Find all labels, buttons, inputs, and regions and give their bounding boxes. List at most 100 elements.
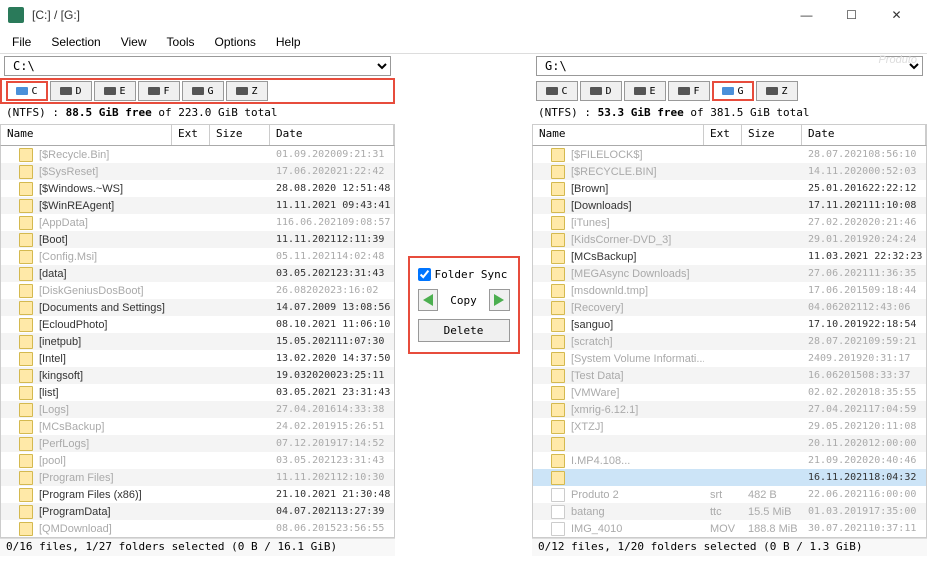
- list-item[interactable]: [Documents and Settings]14.07.2009 13:08…: [1, 299, 394, 316]
- menu-options[interactable]: Options: [207, 33, 264, 51]
- list-item[interactable]: batangttc15.5 MiB01.03.201917:35:00: [533, 503, 926, 520]
- list-item[interactable]: 16.11.202118:04:32: [533, 469, 926, 486]
- delete-button[interactable]: Delete: [418, 319, 510, 342]
- list-item[interactable]: [$RECYCLE.BIN]14.11.202000:52:03: [533, 163, 926, 180]
- list-item[interactable]: [Downloads]17.11.202111:10:08: [533, 197, 926, 214]
- drive-button-d[interactable]: D: [580, 81, 622, 101]
- list-item[interactable]: [ProgramData]04.07.202113:27:39: [1, 503, 394, 520]
- col-ext[interactable]: Ext: [172, 125, 210, 145]
- list-item[interactable]: [MCsBackup]24.02.201915:26:51: [1, 418, 394, 435]
- list-item[interactable]: I.MP4.108...21.09.202020:40:46: [533, 452, 926, 469]
- col-ext[interactable]: Ext: [704, 125, 742, 145]
- drive-letter: D: [605, 86, 611, 97]
- list-item[interactable]: [Intel]13.02.2020 14:37:50: [1, 350, 394, 367]
- folder-icon: [19, 233, 33, 247]
- list-item[interactable]: [data]03.05.202123:31:43: [1, 265, 394, 282]
- drive-button-z[interactable]: Z: [226, 81, 268, 101]
- list-item[interactable]: [MCsBackup]11.03.2021 22:32:23: [533, 248, 926, 265]
- total-space: of 381.5 GiB total: [690, 106, 809, 119]
- list-item[interactable]: IMG_4010MOV188.8 MiB30.07.202110:37:11: [533, 520, 926, 537]
- folder-icon: [551, 182, 565, 196]
- folder-icon: [19, 284, 33, 298]
- drive-button-f[interactable]: F: [138, 81, 180, 101]
- copy-left-button[interactable]: [418, 289, 439, 311]
- list-item[interactable]: [VMWare]02.02.202018:35:55: [533, 384, 926, 401]
- list-item[interactable]: [Brown]25.01.201622:22:12: [533, 180, 926, 197]
- list-item[interactable]: [$Windows.~WS]28.08.2020 12:51:48: [1, 180, 394, 197]
- folder-icon: [551, 420, 565, 434]
- list-item[interactable]: [pool]03.05.202123:31:43: [1, 452, 394, 469]
- list-item[interactable]: [EcloudPhoto]08.10.2021 11:06:10: [1, 316, 394, 333]
- right-path-input[interactable]: G:\: [536, 56, 923, 76]
- item-date: 27.04.201614:33:38: [270, 404, 394, 415]
- list-item[interactable]: [kingsoft]19.032020023:25:11: [1, 367, 394, 384]
- list-item[interactable]: [list]03.05.2021 23:31:43: [1, 384, 394, 401]
- drive-button-f[interactable]: F: [668, 81, 710, 101]
- col-name[interactable]: Name: [533, 125, 704, 145]
- list-item[interactable]: [msdownld.tmp]17.06.201509:18:44: [533, 282, 926, 299]
- col-size[interactable]: Size: [742, 125, 802, 145]
- drive-icon: [60, 87, 72, 95]
- free-space: 88.5 GiB free: [66, 106, 152, 119]
- item-name: [$Windows.~WS]: [39, 183, 123, 195]
- list-item[interactable]: [$FILELOCK$]28.07.202108:56:10: [533, 146, 926, 163]
- list-item[interactable]: [DiskGeniusDosBoot]26.08202023:16:02: [1, 282, 394, 299]
- col-date[interactable]: Date: [270, 125, 394, 145]
- left-path-input[interactable]: C:\: [4, 56, 391, 76]
- item-date: 03.05.2021 23:31:43: [270, 387, 394, 398]
- folder-sync-checkbox[interactable]: Folder Sync: [418, 268, 510, 281]
- menu-file[interactable]: File: [4, 33, 39, 51]
- drive-button-e[interactable]: E: [94, 81, 136, 101]
- menu-help[interactable]: Help: [268, 33, 309, 51]
- list-item[interactable]: [Program Files (x86)]21.10.2021 21:30:48: [1, 486, 394, 503]
- list-item[interactable]: [Boot]11.11.202112:11:39: [1, 231, 394, 248]
- menu-view[interactable]: View: [113, 33, 155, 51]
- list-item[interactable]: [$Recycle.Bin]01.09.202009:21:31: [1, 146, 394, 163]
- list-item[interactable]: [QMDownload]08.06.201523:56:55: [1, 520, 394, 537]
- item-name: [Logs]: [39, 404, 69, 416]
- col-size[interactable]: Size: [210, 125, 270, 145]
- list-item[interactable]: [xmrig-6.12.1]27.04.202117:04:59: [533, 401, 926, 418]
- drive-button-c[interactable]: C: [6, 81, 48, 101]
- list-item[interactable]: [$WinREAgent]11.11.2021 09:43:41: [1, 197, 394, 214]
- list-item[interactable]: [PerfLogs]07.12.201917:14:52: [1, 435, 394, 452]
- list-item[interactable]: [inetpub]15.05.202111:07:30: [1, 333, 394, 350]
- item-date: 15.05.202111:07:30: [270, 336, 394, 347]
- drive-button-g[interactable]: G: [712, 81, 754, 101]
- list-item[interactable]: [scratch]28.07.202109:59:21: [533, 333, 926, 350]
- menu-selection[interactable]: Selection: [43, 33, 108, 51]
- maximize-button[interactable]: ☐: [829, 0, 874, 30]
- list-item[interactable]: [AppData]116.06.202109:08:57: [1, 214, 394, 231]
- minimize-button[interactable]: —: [784, 0, 829, 30]
- list-item[interactable]: [XTZJ]29.05.202120:11:08: [533, 418, 926, 435]
- list-item[interactable]: [Recovery]04.06202112:43:06: [533, 299, 926, 316]
- list-item[interactable]: [sanguo]17.10.201922:18:54: [533, 316, 926, 333]
- list-item[interactable]: [Logs] 27.04.201614:33:38: [1, 401, 394, 418]
- col-date[interactable]: Date: [802, 125, 926, 145]
- left-list-body[interactable]: [$Recycle.Bin]01.09.202009:21:31[$SysRes…: [0, 146, 395, 538]
- drive-button-g[interactable]: G: [182, 81, 224, 101]
- list-item[interactable]: [Test Data]16.06201508:33:37: [533, 367, 926, 384]
- right-list-body[interactable]: [$FILELOCK$]28.07.202108:56:10[$RECYCLE.…: [532, 146, 927, 538]
- item-date: 27.02.202020:21:46: [802, 217, 926, 228]
- drive-button-c[interactable]: C: [536, 81, 578, 101]
- list-item[interactable]: [$SysReset]17.06.202021:22:42: [1, 163, 394, 180]
- copy-right-button[interactable]: [489, 289, 510, 311]
- drive-button-e[interactable]: E: [624, 81, 666, 101]
- item-name: [MCsBackup]: [571, 251, 636, 263]
- list-item[interactable]: [KidsCorner-DVD_3]29.01.201920:24:24: [533, 231, 926, 248]
- list-item[interactable]: Produto 2srt482 B22.06.202116:00:00: [533, 486, 926, 503]
- folder-sync-input[interactable]: [418, 268, 431, 281]
- drive-button-d[interactable]: D: [50, 81, 92, 101]
- item-date: 28.07.202108:56:10: [802, 149, 926, 160]
- drive-button-z[interactable]: Z: [756, 81, 798, 101]
- list-item[interactable]: [Program Files]11.11.202112:10:30: [1, 469, 394, 486]
- list-item[interactable]: 20.11.202012:00:00: [533, 435, 926, 452]
- menu-tools[interactable]: Tools: [159, 33, 203, 51]
- list-item[interactable]: [MEGAsync Downloads]27.06.202111:36:35: [533, 265, 926, 282]
- list-item[interactable]: [System Volume Informati...2409.201920:3…: [533, 350, 926, 367]
- close-button[interactable]: ✕: [874, 0, 919, 30]
- list-item[interactable]: [iTunes]27.02.202020:21:46: [533, 214, 926, 231]
- col-name[interactable]: Name: [1, 125, 172, 145]
- list-item[interactable]: [Config.Msi]05.11.202114:02:48: [1, 248, 394, 265]
